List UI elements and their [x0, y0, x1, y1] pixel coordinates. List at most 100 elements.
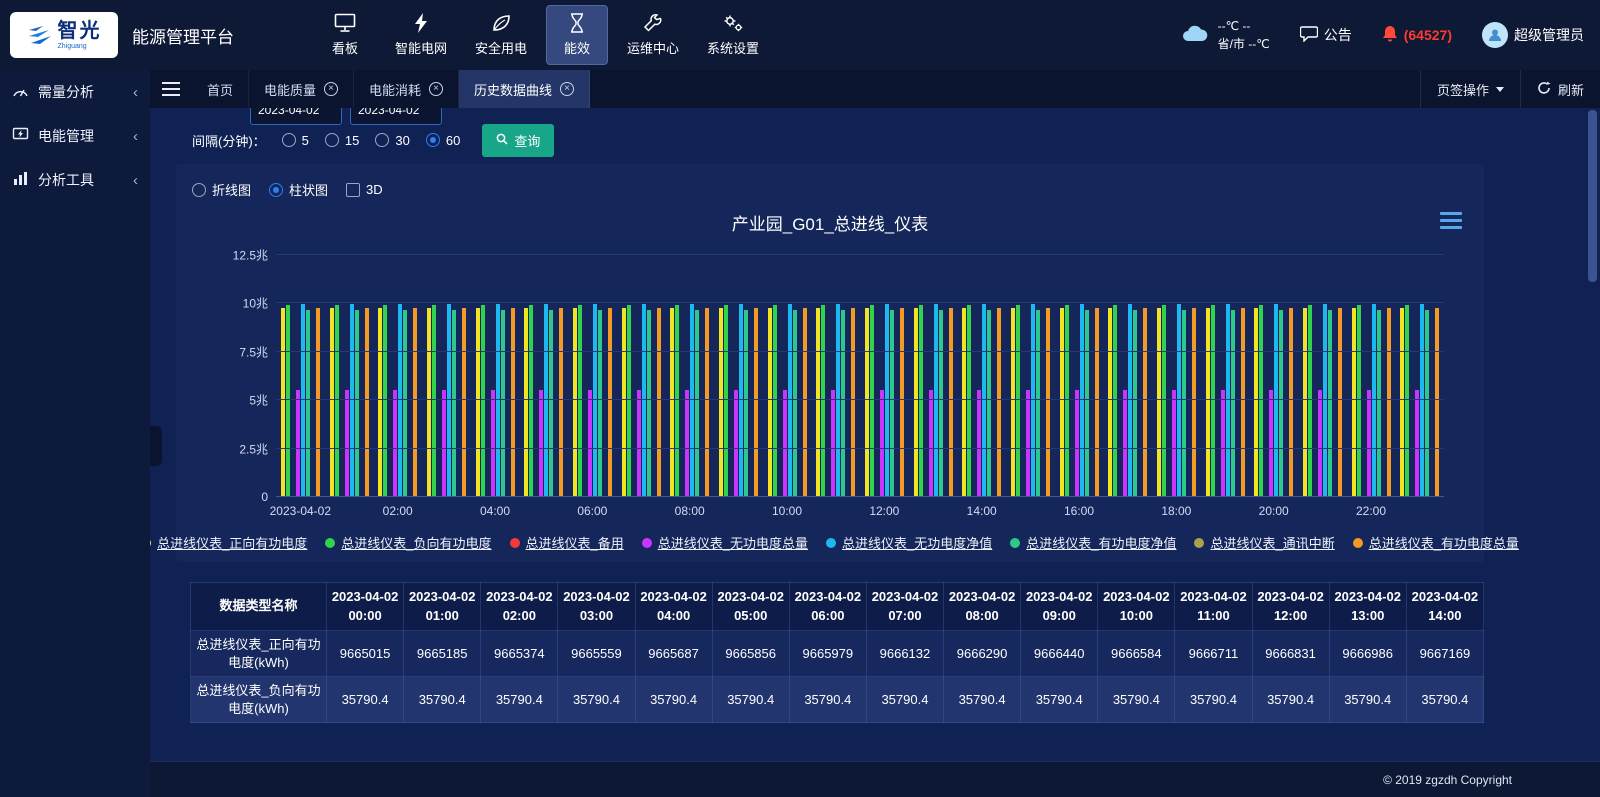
- radio-icon[interactable]: [282, 133, 296, 147]
- bar-总进线仪表_有功电度总量[interactable]: [705, 308, 709, 496]
- bar-总进线仪表_负向有功电度[interactable]: [1113, 305, 1117, 496]
- bar-总进线仪表_有功电度净值[interactable]: [1182, 310, 1186, 496]
- refresh-button[interactable]: 刷新: [1520, 70, 1600, 108]
- start-date-input[interactable]: 2023-04-02: [250, 108, 342, 125]
- bar-总进线仪表_无功电度总量[interactable]: [442, 390, 446, 496]
- bar-总进线仪表_正向有功电度[interactable]: [622, 308, 626, 496]
- bar-总进线仪表_有功电度净值[interactable]: [744, 310, 748, 496]
- bar-总进线仪表_正向有功电度[interactable]: [281, 308, 285, 496]
- checkbox-icon[interactable]: [346, 183, 360, 197]
- bar-总进线仪表_有功电度总量[interactable]: [1435, 308, 1439, 496]
- bar-总进线仪表_无功电度总量[interactable]: [1123, 390, 1127, 496]
- bar-总进线仪表_负向有功电度[interactable]: [1308, 305, 1312, 496]
- bar-总进线仪表_负向有功电度[interactable]: [578, 305, 582, 496]
- radio-icon[interactable]: [269, 183, 283, 197]
- legend-item-总进线仪表_有功电度净值[interactable]: 总进线仪表_有功电度净值: [1010, 533, 1176, 552]
- bar-总进线仪表_无功电度总量[interactable]: [734, 390, 738, 496]
- end-date-input[interactable]: 2023-04-02: [350, 108, 442, 125]
- bar-总进线仪表_有功电度净值[interactable]: [1425, 310, 1429, 496]
- user-menu[interactable]: 超级管理员: [1482, 22, 1584, 48]
- bar-总进线仪表_无功电度总量[interactable]: [929, 390, 933, 496]
- bar-总进线仪表_无功电度总量[interactable]: [296, 390, 300, 496]
- bar-总进线仪表_正向有功电度[interactable]: [1157, 308, 1161, 496]
- bar-总进线仪表_正向有功电度[interactable]: [573, 308, 577, 496]
- bar-总进线仪表_正向有功电度[interactable]: [1303, 308, 1307, 496]
- legend-item-总进线仪表_无功电度净值[interactable]: 总进线仪表_无功电度净值: [826, 533, 992, 552]
- legend-item-总进线仪表_有功电度总量[interactable]: 总进线仪表_有功电度总量: [1353, 533, 1519, 552]
- bar-总进线仪表_有功电度总量[interactable]: [754, 308, 758, 496]
- interval-option-30[interactable]: 30: [375, 133, 409, 148]
- bar-总进线仪表_负向有功电度[interactable]: [1065, 305, 1069, 496]
- bar-总进线仪表_负向有功电度[interactable]: [1405, 305, 1409, 496]
- radio-icon[interactable]: [426, 133, 440, 147]
- legend-item-总进线仪表_负向有功电度[interactable]: 总进线仪表_负向有功电度: [325, 533, 491, 552]
- bar-总进线仪表_负向有功电度[interactable]: [1211, 305, 1215, 496]
- bar-总进线仪表_正向有功电度[interactable]: [476, 308, 480, 496]
- bar-总进线仪表_负向有功电度[interactable]: [529, 305, 533, 496]
- weather-widget[interactable]: --℃ -- 省/市 --℃: [1180, 17, 1270, 53]
- bar-总进线仪表_有功电度净值[interactable]: [1377, 310, 1381, 496]
- bar-总进线仪表_无功电度总量[interactable]: [1221, 390, 1225, 496]
- tab-首页[interactable]: 首页: [192, 70, 249, 108]
- bar-总进线仪表_正向有功电度[interactable]: [768, 308, 772, 496]
- bar-总进线仪表_有功电度总量[interactable]: [1143, 308, 1147, 496]
- bar-总进线仪表_无功电度总量[interactable]: [491, 390, 495, 496]
- bar-总进线仪表_正向有功电度[interactable]: [1060, 308, 1064, 496]
- bar-总进线仪表_负向有功电度[interactable]: [773, 305, 777, 496]
- bar-总进线仪表_有功电度净值[interactable]: [890, 310, 894, 496]
- bar-总进线仪表_负向有功电度[interactable]: [627, 305, 631, 496]
- bar-总进线仪表_无功电度总量[interactable]: [539, 390, 543, 496]
- chart-type-option-折线图[interactable]: 折线图: [192, 180, 251, 199]
- interval-option-15[interactable]: 15: [325, 133, 359, 148]
- bar-总进线仪表_有功电度总量[interactable]: [949, 308, 953, 496]
- bar-总进线仪表_负向有功电度[interactable]: [432, 305, 436, 496]
- bar-总进线仪表_无功电度总量[interactable]: [345, 390, 349, 496]
- bar-总进线仪表_负向有功电度[interactable]: [870, 305, 874, 496]
- nav-item-运维中心[interactable]: 运维中心: [618, 5, 688, 65]
- bar-总进线仪表_正向有功电度[interactable]: [524, 308, 528, 496]
- bar-总进线仪表_无功电度总量[interactable]: [880, 390, 884, 496]
- vertical-scrollbar[interactable]: [1588, 110, 1597, 759]
- bar-总进线仪表_有功电度总量[interactable]: [413, 308, 417, 496]
- bar-总进线仪表_有功电度净值[interactable]: [598, 310, 602, 496]
- chart-type-option-柱状图[interactable]: 柱状图: [269, 180, 328, 199]
- bar-总进线仪表_正向有功电度[interactable]: [670, 308, 674, 496]
- nav-item-系统设置[interactable]: 系统设置: [698, 5, 768, 65]
- bar-总进线仪表_无功电度总量[interactable]: [977, 390, 981, 496]
- nav-item-安全用电[interactable]: 安全用电: [466, 5, 536, 65]
- tab-电能质量[interactable]: 电能质量×: [249, 70, 354, 108]
- bar-总进线仪表_正向有功电度[interactable]: [719, 308, 723, 496]
- bar-总进线仪表_负向有功电度[interactable]: [383, 305, 387, 496]
- radio-icon[interactable]: [375, 133, 389, 147]
- radio-icon[interactable]: [192, 183, 206, 197]
- tab-历史数据曲线[interactable]: 历史数据曲线×: [459, 70, 590, 108]
- bar-总进线仪表_无功电度总量[interactable]: [1269, 390, 1273, 496]
- bar-总进线仪表_有功电度总量[interactable]: [511, 308, 515, 496]
- bar-总进线仪表_有功电度净值[interactable]: [1231, 310, 1235, 496]
- bar-总进线仪表_有功电度总量[interactable]: [365, 308, 369, 496]
- bar-总进线仪表_有功电度净值[interactable]: [1328, 310, 1332, 496]
- bar-总进线仪表_有功电度总量[interactable]: [1387, 308, 1391, 496]
- bar-总进线仪表_有功电度净值[interactable]: [501, 310, 505, 496]
- close-icon[interactable]: ×: [560, 82, 574, 96]
- bar-总进线仪表_有功电度总量[interactable]: [1338, 308, 1342, 496]
- interval-option-60[interactable]: 60: [426, 133, 460, 148]
- legend-item-总进线仪表_无功电度总量[interactable]: 总进线仪表_无功电度总量: [642, 533, 808, 552]
- bar-总进线仪表_无功电度总量[interactable]: [1075, 390, 1079, 496]
- bar-总进线仪表_正向有功电度[interactable]: [816, 308, 820, 496]
- scrollbar-thumb[interactable]: [1588, 110, 1597, 282]
- bar-总进线仪表_有功电度净值[interactable]: [841, 310, 845, 496]
- bar-总进线仪表_有功电度净值[interactable]: [452, 310, 456, 496]
- bar-总进线仪表_负向有功电度[interactable]: [724, 305, 728, 496]
- bar-总进线仪表_正向有功电度[interactable]: [1011, 308, 1015, 496]
- nav-item-能效[interactable]: 能效: [546, 5, 608, 65]
- bar-总进线仪表_负向有功电度[interactable]: [286, 305, 290, 496]
- bar-总进线仪表_正向有功电度[interactable]: [427, 308, 431, 496]
- bar-总进线仪表_正向有功电度[interactable]: [1400, 308, 1404, 496]
- bar-总进线仪表_有功电度净值[interactable]: [1279, 310, 1283, 496]
- bar-总进线仪表_正向有功电度[interactable]: [1206, 308, 1210, 496]
- close-icon[interactable]: ×: [324, 82, 338, 96]
- close-icon[interactable]: ×: [429, 82, 443, 96]
- bar-总进线仪表_负向有功电度[interactable]: [481, 305, 485, 496]
- bar-总进线仪表_有功电度总量[interactable]: [608, 308, 612, 496]
